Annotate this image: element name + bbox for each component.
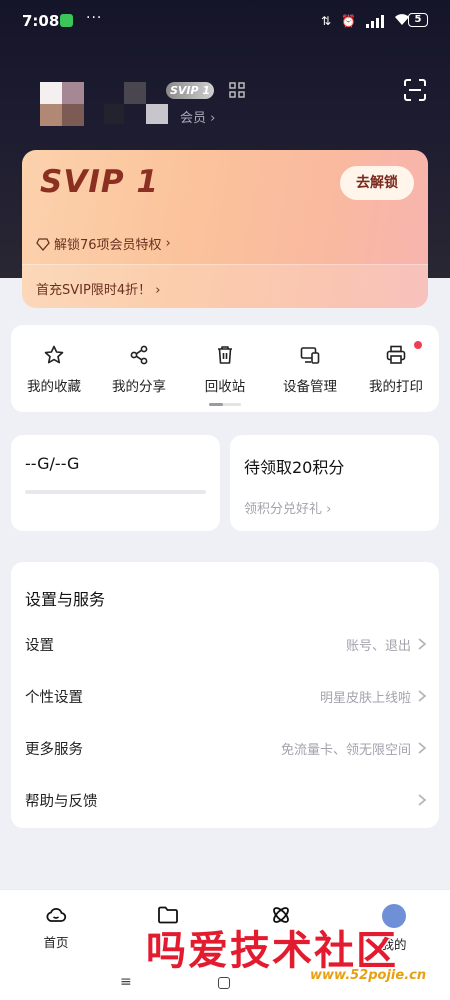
alarm-icon: ⏰ bbox=[341, 14, 356, 28]
nav-home-label: 首页 bbox=[43, 935, 69, 950]
home-cloud-icon bbox=[46, 907, 67, 922]
quick-actions: 我的收藏 我的分享 回收站 设备管理 我的打印 bbox=[11, 325, 439, 412]
scan-icon[interactable] bbox=[404, 79, 426, 101]
device-management-label: 设备管理 bbox=[283, 379, 337, 395]
chevron-right-icon bbox=[418, 638, 427, 650]
svip-card[interactable]: SVIP 1 去解锁 解锁76项会员特权 › 首充SVIP限时4折！ › bbox=[22, 150, 428, 308]
storage-usage: --G/--G bbox=[25, 454, 80, 473]
settings-row-label: 设置 bbox=[25, 638, 54, 654]
member-link[interactable]: 会员 › bbox=[180, 107, 215, 126]
qr-code-icon[interactable] bbox=[229, 82, 245, 98]
settings-section-title: 设置与服务 bbox=[25, 590, 106, 609]
device-management-button[interactable]: 设备管理 bbox=[267, 325, 353, 412]
points-title: 待领取20积分 bbox=[244, 458, 345, 477]
status-time: 7:08 bbox=[22, 12, 60, 30]
svip-level-badge: SVIP 1 bbox=[166, 82, 214, 99]
more-services-row[interactable]: 更多服务 免流量卡、领无限空间 bbox=[11, 724, 439, 774]
avatar[interactable] bbox=[40, 82, 84, 126]
storage-card[interactable]: --G/--G bbox=[11, 435, 220, 531]
page-indicator bbox=[209, 403, 241, 406]
diamond-icon bbox=[36, 237, 50, 251]
wechat-icon bbox=[60, 14, 73, 27]
share-icon bbox=[130, 345, 148, 365]
settings-card: 设置与服务 设置 账号、退出 个性设置 明星皮肤上线啦 更多服务 免流量卡、领无… bbox=[11, 562, 439, 828]
promo-text: 首充SVIP限时4折！ › bbox=[36, 283, 161, 298]
nav-home[interactable]: 首页 bbox=[0, 904, 112, 951]
personalization-label: 个性设置 bbox=[25, 690, 83, 706]
star-icon bbox=[44, 345, 64, 364]
recycle-bin-label: 回收站 bbox=[204, 379, 246, 395]
chevron-right-icon bbox=[418, 742, 427, 754]
chevron-right-icon bbox=[418, 690, 427, 702]
personalization-row[interactable]: 个性设置 明星皮肤上线啦 bbox=[11, 672, 439, 722]
favorites-button[interactable]: 我的收藏 bbox=[11, 325, 97, 412]
trash-icon bbox=[218, 346, 232, 364]
settings-row-hint: 账号、退出 bbox=[345, 639, 411, 654]
storage-progress-bar bbox=[25, 490, 206, 494]
status-bar: 7:08 ··· ⇅ ⏰ 5 bbox=[0, 0, 450, 44]
help-feedback-label: 帮助与反馈 bbox=[25, 794, 98, 810]
notification-dot bbox=[414, 341, 422, 349]
network-speed-icon: ⇅ bbox=[320, 14, 332, 28]
status-dots: ··· bbox=[86, 10, 103, 26]
watermark-url: www.52pojie.cn bbox=[310, 968, 427, 983]
help-feedback-row[interactable]: 帮助与反馈 bbox=[11, 776, 439, 826]
more-services-hint: 免流量卡、领无限空间 bbox=[280, 743, 411, 758]
more-services-label: 更多服务 bbox=[25, 742, 83, 758]
svip-card-title: SVIP 1 bbox=[40, 164, 159, 200]
settings-row[interactable]: 设置 账号、退出 bbox=[11, 620, 439, 670]
share-label: 我的分享 bbox=[112, 379, 166, 395]
chevron-right-icon: › bbox=[165, 236, 171, 251]
menu-icon[interactable]: ≡ bbox=[120, 974, 132, 990]
share-button[interactable]: 我的分享 bbox=[96, 325, 182, 412]
favorites-label: 我的收藏 bbox=[27, 379, 81, 395]
print-label: 我的打印 bbox=[369, 379, 423, 395]
printer-icon bbox=[386, 345, 406, 364]
unlock-button[interactable]: 去解锁 bbox=[340, 166, 414, 200]
points-subtitle[interactable]: 领积分兑好礼 › bbox=[244, 498, 331, 517]
points-card[interactable]: 待领取20积分 领积分兑好礼 › bbox=[230, 435, 439, 531]
personalization-hint: 明星皮肤上线啦 bbox=[319, 691, 411, 706]
print-button[interactable]: 我的打印 bbox=[353, 325, 439, 412]
devices-icon bbox=[300, 347, 320, 364]
privilege-link[interactable]: 解锁76项会员特权 › bbox=[36, 234, 171, 253]
status-indicators: ⇅ ⏰ bbox=[321, 13, 410, 29]
promo-banner[interactable]: 首充SVIP限时4折！ › bbox=[22, 264, 428, 308]
privilege-text: 解锁76项会员特权 bbox=[54, 238, 162, 253]
username-pixelated[interactable] bbox=[104, 82, 170, 126]
battery-icon: 5 bbox=[408, 13, 428, 27]
chevron-right-icon bbox=[418, 794, 427, 806]
recycle-bin-button[interactable]: 回收站 bbox=[182, 325, 268, 412]
signal-icon bbox=[366, 14, 384, 28]
watermark: 吗爱技术社区 www.52pojie.cn bbox=[146, 918, 446, 990]
